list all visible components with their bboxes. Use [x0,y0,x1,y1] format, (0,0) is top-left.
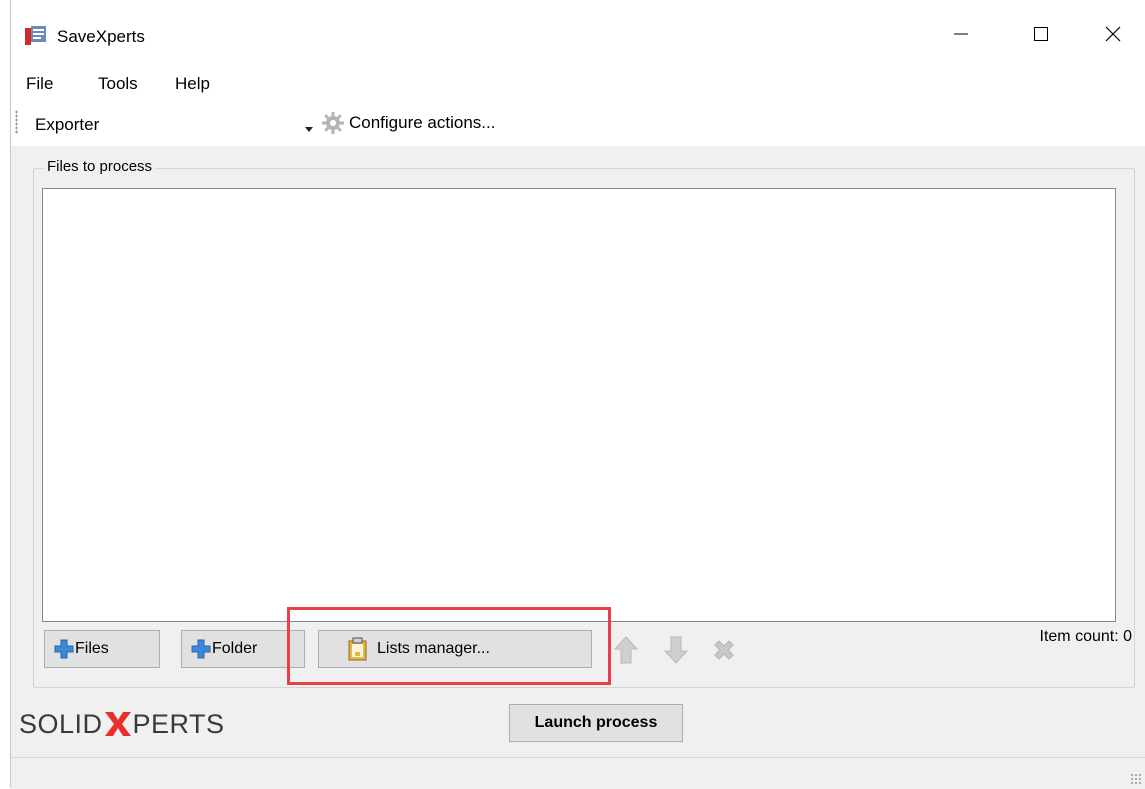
close-icon [1105,26,1121,42]
maximize-button[interactable] [1018,14,1064,54]
logo-text-left: SOLID [19,708,103,739]
resize-grip[interactable] [1130,773,1142,785]
configure-actions-button[interactable]: Configure actions... [317,108,499,138]
highlight-box [287,607,611,685]
app-icon [25,26,46,45]
menu-bar: File Tools Help [11,66,1145,100]
window-title: SaveXperts [57,27,145,46]
add-files-label: Files [75,640,109,657]
arrow-up-icon [613,636,639,664]
solidxperts-logo: SOLID PERTS [19,707,225,741]
plus-icon [54,639,74,659]
toolbar-grip[interactable] [15,110,18,134]
add-files-button[interactable]: Files [44,630,160,668]
status-bar [11,757,1145,789]
menu-file[interactable]: File [26,74,53,94]
move-down-button[interactable] [661,632,691,668]
add-folder-label: Folder [212,640,258,657]
dropdown-arrow-icon [305,127,313,132]
logo-x-icon [104,712,131,736]
delete-x-icon [714,640,734,660]
title-bar: SaveXperts [11,0,1145,66]
arrow-down-icon [663,636,689,664]
menu-help[interactable]: Help [175,74,210,94]
app-window: SaveXperts File Tools Help Exporter Conf… [10,0,1145,789]
move-up-button[interactable] [611,632,641,668]
files-group-legend: Files to process [44,158,156,175]
remove-button[interactable] [709,632,739,668]
minimize-icon [954,33,968,35]
maximize-icon [1034,27,1048,41]
logo-text-right: PERTS [132,708,225,739]
launch-process-button[interactable]: Launch process [509,704,683,742]
preset-dropdown[interactable]: Exporter [23,108,313,138]
item-count: Item count: 0 [1039,628,1133,645]
menu-tools[interactable]: Tools [98,74,138,94]
close-button[interactable] [1090,14,1136,54]
files-list[interactable] [42,188,1116,622]
plus-icon [191,639,211,659]
toolbar: Exporter Configure actions... [11,100,1145,146]
configure-actions-label: Configure actions... [349,113,496,132]
minimize-button[interactable] [938,14,984,54]
preset-dropdown-value: Exporter [35,115,100,134]
gear-icon [322,112,344,134]
